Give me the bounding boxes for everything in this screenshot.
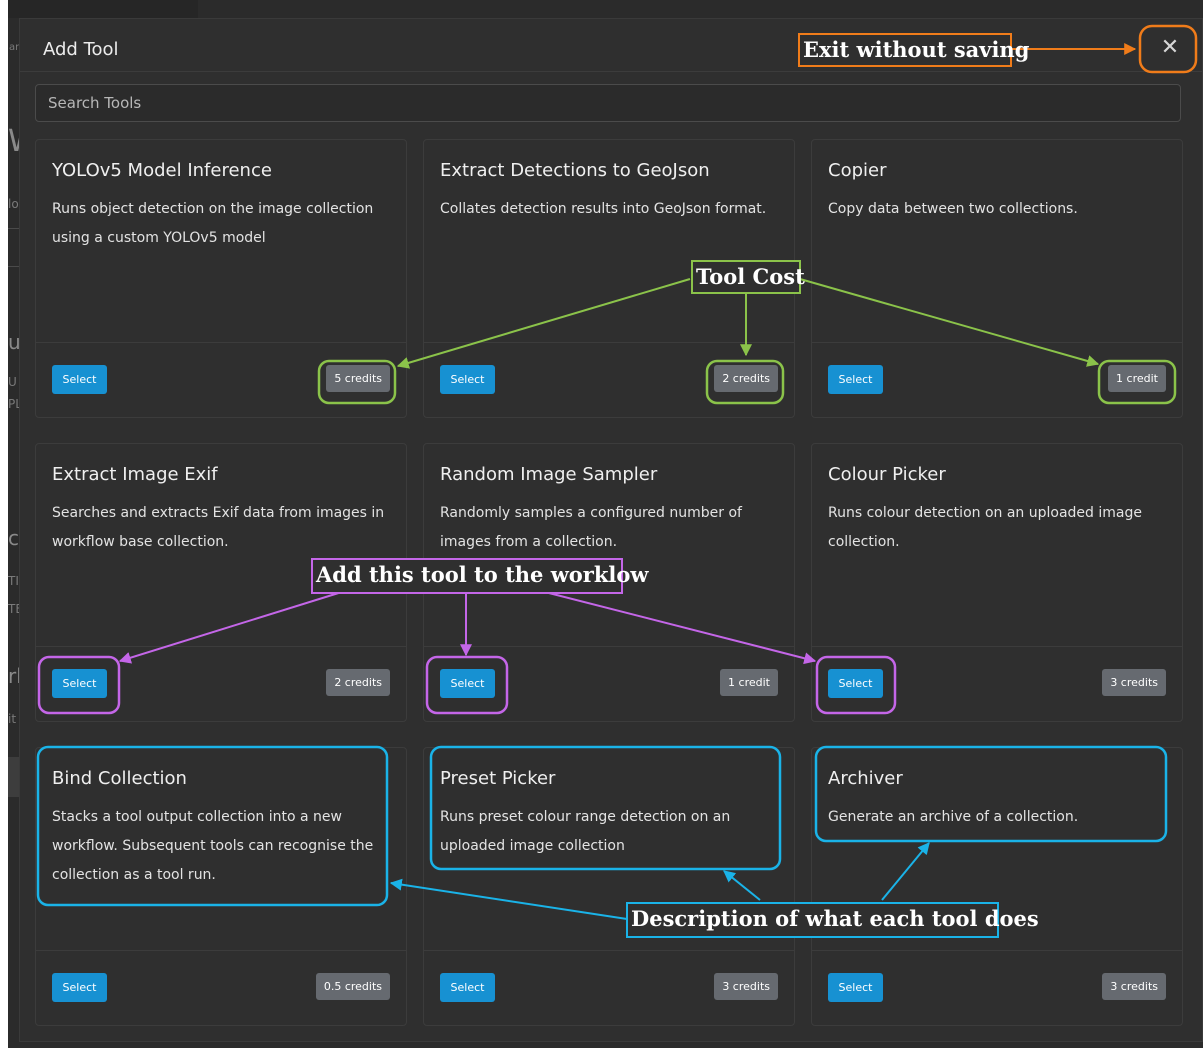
cost-annotation-label: Tool Cost bbox=[691, 260, 805, 294]
tool-card: Preset Picker Runs preset colour range d… bbox=[423, 747, 795, 1026]
description-annotation-label: Description of what each tool does bbox=[626, 902, 1039, 938]
tool-description: Runs object detection on the image colle… bbox=[52, 201, 374, 246]
credits-badge: 3 credits bbox=[1102, 973, 1166, 1000]
background-text-fragment: it bbox=[8, 712, 17, 726]
tool-title: Bind Collection bbox=[52, 768, 187, 789]
exit-annotation-label: Exit without saving bbox=[798, 33, 1029, 67]
tool-title: Extract Image Exif bbox=[52, 464, 218, 485]
background-text-fragment: lo bbox=[8, 197, 19, 211]
credits-badge: 3 credits bbox=[1102, 669, 1166, 696]
tool-title: Random Image Sampler bbox=[440, 464, 658, 485]
modal-title: Add Tool bbox=[43, 39, 119, 60]
select-button[interactable]: Select bbox=[52, 973, 107, 1002]
tool-description: Runs preset colour range detection on an… bbox=[440, 809, 731, 854]
card-footer: Select 5 credits bbox=[36, 342, 406, 417]
card-footer: Select 3 credits bbox=[812, 950, 1182, 1025]
credits-badge: 3 credits bbox=[714, 973, 778, 1000]
select-button[interactable]: Select bbox=[440, 365, 495, 394]
select-button[interactable]: Select bbox=[440, 973, 495, 1002]
credits-badge: 5 credits bbox=[326, 365, 390, 392]
tool-title: Copier bbox=[828, 160, 887, 181]
tool-title: YOLOv5 Model Inference bbox=[52, 160, 272, 181]
card-footer: Select 3 credits bbox=[812, 646, 1182, 721]
select-button[interactable]: Select bbox=[52, 669, 107, 698]
tool-card: YOLOv5 Model Inference Runs object detec… bbox=[35, 139, 407, 418]
card-footer: Select 0.5 credits bbox=[36, 950, 406, 1025]
tool-description: Copy data between two collections. bbox=[828, 201, 1078, 217]
tool-description: Collates detection results into GeoJson … bbox=[440, 201, 767, 217]
tool-description: Runs colour detection on an uploaded ima… bbox=[828, 505, 1142, 550]
select-button[interactable]: Select bbox=[52, 365, 107, 394]
tool-title: Extract Detections to GeoJson bbox=[440, 160, 710, 181]
tool-card: Bind Collection Stacks a tool output col… bbox=[35, 747, 407, 1026]
select-button[interactable]: Select bbox=[828, 669, 883, 698]
tool-description: Randomly samples a configured number of … bbox=[440, 505, 742, 550]
background-text-fragment: U bbox=[8, 375, 17, 389]
tool-title: Colour Picker bbox=[828, 464, 946, 485]
card-footer: Select 1 credit bbox=[424, 646, 794, 721]
background-text-fragment: TI bbox=[8, 574, 19, 588]
add-tool-modal: Add Tool ✕ YOLOv5 Model Inference Runs o… bbox=[19, 18, 1203, 1042]
credits-badge: 0.5 credits bbox=[315, 973, 390, 1000]
credits-badge: 2 credits bbox=[714, 365, 778, 392]
credits-badge: 2 credits bbox=[326, 669, 390, 696]
select-button[interactable]: Select bbox=[440, 669, 495, 698]
card-footer: Select 2 credits bbox=[424, 342, 794, 417]
tool-description: Stacks a tool output collection into a n… bbox=[52, 809, 374, 883]
close-icon[interactable]: ✕ bbox=[1155, 33, 1185, 63]
background-text-fragment: c bbox=[8, 526, 19, 550]
tool-description: Searches and extracts Exif data from ima… bbox=[52, 505, 385, 550]
card-footer: Select 1 credit bbox=[812, 342, 1182, 417]
select-button[interactable]: Select bbox=[828, 365, 883, 394]
credits-badge: 1 credit bbox=[1108, 365, 1166, 392]
tool-description: Generate an archive of a collection. bbox=[828, 809, 1079, 825]
card-footer: Select 3 credits bbox=[424, 950, 794, 1025]
select-button[interactable]: Select bbox=[828, 973, 883, 1002]
background-text-fragment: ar bbox=[9, 42, 20, 53]
tool-card: Copier Copy data between two collections… bbox=[811, 139, 1183, 418]
credits-badge: 1 credit bbox=[720, 669, 778, 696]
select-annotation-label: Add this tool to the worklow bbox=[311, 558, 648, 594]
search-input[interactable] bbox=[35, 84, 1181, 122]
tool-card: Archiver Generate an archive of a collec… bbox=[811, 747, 1183, 1026]
tool-title: Preset Picker bbox=[440, 768, 556, 789]
tool-card: Colour Picker Runs colour detection on a… bbox=[811, 443, 1183, 722]
tool-title: Archiver bbox=[828, 768, 903, 789]
card-footer: Select 2 credits bbox=[36, 646, 406, 721]
